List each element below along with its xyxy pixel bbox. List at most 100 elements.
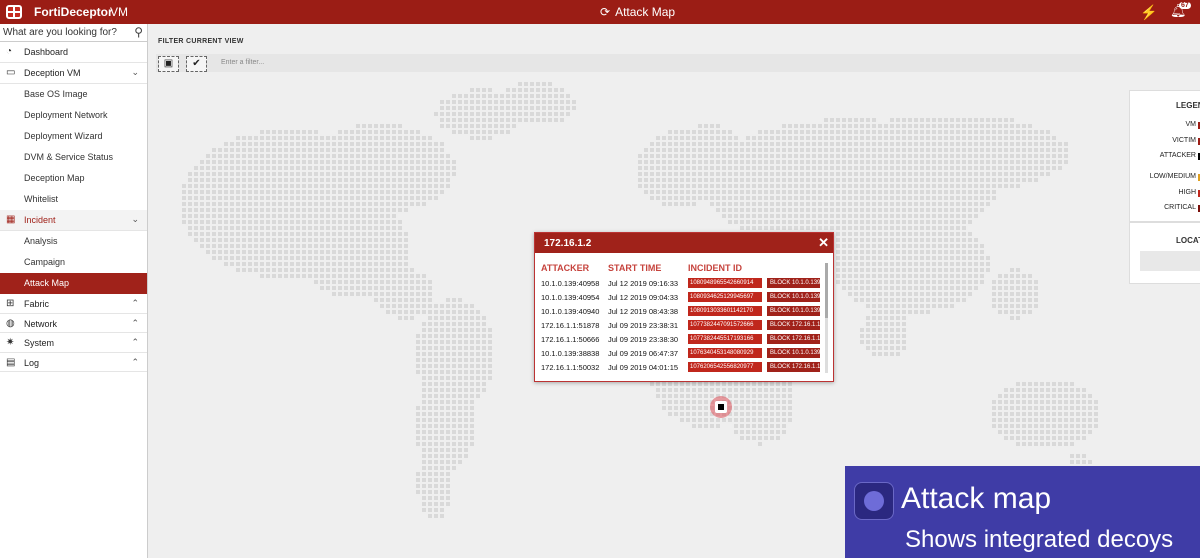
incident-id-link[interactable]: 1080913033601142170 xyxy=(688,306,762,316)
sidebar-subitem-analysis[interactable]: Analysis xyxy=(0,231,147,252)
brand-sub: VM xyxy=(110,5,128,19)
sidebar-subitem-campaign[interactable]: Campaign xyxy=(0,252,147,273)
start-time-cell: Jul 12 2019 08:43:38 xyxy=(608,307,679,316)
sidebar-subitem-deployment-network[interactable]: Deployment Network xyxy=(0,105,147,126)
column-header-attacker[interactable]: ATTACKER xyxy=(541,263,589,273)
sidebar-item-log[interactable]: ▤ Log ⌃ xyxy=(0,353,147,372)
incident-id-link[interactable]: 1077382445517193166 xyxy=(688,334,762,344)
chevron-up-icon[interactable]: ⌃ xyxy=(131,337,139,348)
incident-id-link[interactable]: 1077382447091572666 xyxy=(688,320,762,330)
sidebar-subitem-label: Deployment Network xyxy=(24,110,108,120)
column-header-start-time[interactable]: START TIME xyxy=(608,263,661,273)
legend-label-high: HIGH xyxy=(1178,189,1197,196)
globe-icon: ◍ xyxy=(6,317,15,329)
apply-filter-button[interactable]: ✔ xyxy=(186,56,207,72)
incident-id-link[interactable]: 1076206542556820977 xyxy=(688,362,762,372)
column-header-incident-id[interactable]: INCIDENT ID xyxy=(688,263,742,273)
sidebar-subitem-attack-map[interactable]: Attack Map xyxy=(0,273,147,294)
fortinet-logo-icon[interactable] xyxy=(6,5,22,19)
chevron-up-icon[interactable]: ⌃ xyxy=(131,357,139,368)
dashboard-icon: ◔ xyxy=(6,46,13,57)
monitor-icon: ▭ xyxy=(6,67,16,78)
sidebar-item-incident[interactable]: ▦ Incident ⌄ xyxy=(0,210,147,231)
popup-title: 172.16.1.2 xyxy=(544,238,592,249)
top-bar: FortiDeceptor VM ⟳ Attack Map ⚡ 🔔︎ 67 xyxy=(0,0,1200,24)
sidebar-subitem-label: Base OS Image xyxy=(24,89,88,99)
start-time-cell: Jul 09 2019 06:47:37 xyxy=(608,349,679,358)
location-title: LOCAT xyxy=(1176,236,1200,245)
chevron-down-icon[interactable]: ⌄ xyxy=(131,214,139,225)
sidebar-item-dashboard[interactable]: ◔ Dashboard xyxy=(0,42,147,63)
magic-wand-icon[interactable]: ⚡ xyxy=(1140,4,1157,21)
page-title: ⟳ Attack Map xyxy=(600,5,675,19)
filter-bar: ▣ ✔ Enter a filter... xyxy=(156,54,1200,72)
table-row: 10.1.0.139:40958 Jul 12 2019 09:16:33 1080… xyxy=(541,277,823,291)
attacker-cell: 10.1.0.139:40954 xyxy=(541,293,600,302)
sidebar-item-label: Dashboard xyxy=(24,47,69,57)
legend-label-vm: VM xyxy=(1185,121,1197,128)
sidebar-subitem-label: Deception Map xyxy=(24,173,85,183)
page-title-label: Attack Map xyxy=(615,5,676,19)
incident-id-link[interactable]: 1080948965542660914 xyxy=(688,278,762,288)
sidebar-subitem-base-os-image[interactable]: Base OS Image xyxy=(0,84,147,105)
block-button[interactable]: BLOCK 172.16.1.1 xyxy=(767,362,820,372)
fox-logo-shape xyxy=(864,491,884,511)
sidebar-subitem-label: Analysis xyxy=(24,236,58,246)
attacker-cell: 10.1.0.139:38838 xyxy=(541,349,600,358)
sidebar-subitem-deception-map[interactable]: Deception Map xyxy=(0,168,147,189)
start-time-cell: Jul 09 2019 23:38:30 xyxy=(608,335,679,344)
checkmark-icon: ✔ xyxy=(192,58,201,69)
location-input[interactable] xyxy=(1140,251,1200,271)
block-button[interactable]: BLOCK 10.1.0.139 xyxy=(767,306,820,316)
legend-label-victim: VICTIM xyxy=(1172,137,1196,144)
incident-id-link[interactable]: 1076340453148080929 xyxy=(688,348,762,358)
sidebar-item-network[interactable]: ◍ Network ⌃ xyxy=(0,314,147,333)
sidebar-subitem-label: Campaign xyxy=(24,257,66,267)
block-button[interactable]: BLOCK 172.16.1.1 xyxy=(767,334,820,344)
brand-name: FortiDeceptor xyxy=(34,5,113,19)
sidebar-subitem-label: DVM & Service Status xyxy=(24,152,114,162)
block-button[interactable]: BLOCK 10.1.0.139 xyxy=(767,348,820,358)
banner-subtitle: Shows integrated decoys xyxy=(905,526,1174,553)
popup-scrollbar[interactable] xyxy=(825,263,828,373)
calendar-icon: ▦ xyxy=(6,214,16,225)
notification-badge[interactable]: 67 xyxy=(1179,2,1191,9)
sidebar-item-deception-vm[interactable]: ▭ Deception VM ⌄ xyxy=(0,63,147,84)
fabric-icon: ⊞ xyxy=(6,298,15,309)
sidebar-subitem-whitelist[interactable]: Whitelist xyxy=(0,189,147,210)
sidebar-item-fabric[interactable]: ⊞ Fabric ⌃ xyxy=(0,294,147,314)
windows-vm-marker[interactable] xyxy=(710,396,732,418)
sidebar-subitem-dvm-service-status[interactable]: DVM & Service Status xyxy=(0,147,147,168)
popup-header: 172.16.1.2 ✕ xyxy=(535,233,833,253)
chevron-up-icon[interactable]: ⌃ xyxy=(131,318,139,329)
close-icon[interactable]: ✕ xyxy=(818,235,829,251)
sidebar-item-system[interactable]: ✷ System ⌃ xyxy=(0,333,147,353)
sidebar-subitem-label: Attack Map xyxy=(24,278,70,288)
chevron-up-icon[interactable]: ⌃ xyxy=(131,298,139,309)
sidebar: What are you looking for? ⚲ ◔ Dashboard ▭ D… xyxy=(0,24,148,558)
filter-input[interactable]: Enter a filter... xyxy=(221,59,264,66)
incident-id-link[interactable]: 1080934625129945697 xyxy=(688,292,762,302)
sidebar-subitem-deployment-wizard[interactable]: Deployment Wizard xyxy=(0,126,147,147)
table-row: 172.16.1.1:51878 Jul 09 2019 23:38:31 1077… xyxy=(541,319,823,333)
legend-label-low-medium: LOW/MEDIUM xyxy=(1149,173,1196,180)
start-time-cell: Jul 09 2019 23:38:31 xyxy=(608,321,679,330)
refresh-icon[interactable]: ⟳ xyxy=(600,5,610,19)
search-icon[interactable]: ⚲ xyxy=(134,25,143,39)
block-button[interactable]: BLOCK 10.1.0.139 xyxy=(767,278,820,288)
block-button[interactable]: BLOCK 172.16.1.1 xyxy=(767,320,820,330)
start-time-cell: Jul 12 2019 09:04:33 xyxy=(608,293,679,302)
sidebar-item-label: Network xyxy=(24,318,58,329)
table-row: 10.1.0.139:38838 Jul 09 2019 06:47:37 1076… xyxy=(541,347,823,361)
video-caption-banner: Attack map Shows integrated decoys xyxy=(845,466,1200,558)
windows-logo-mark xyxy=(718,404,724,410)
chevron-down-icon[interactable]: ⌄ xyxy=(131,67,139,78)
save-filter-button[interactable]: ▣ xyxy=(158,56,179,72)
sidebar-item-label: System xyxy=(24,338,55,348)
block-button[interactable]: BLOCK 10.1.0.139 xyxy=(767,292,820,302)
scrollbar-thumb[interactable] xyxy=(825,263,828,318)
legend-panel: LEGEN VM VICTIM ATTACKER LOW/MEDIUM HIGH… xyxy=(1129,90,1200,222)
start-time-cell: Jul 09 2019 04:01:15 xyxy=(608,363,679,372)
search-input[interactable]: What are you looking for? ⚲ xyxy=(0,24,147,42)
attacker-cell: 172.16.1.1:50666 xyxy=(541,335,600,344)
